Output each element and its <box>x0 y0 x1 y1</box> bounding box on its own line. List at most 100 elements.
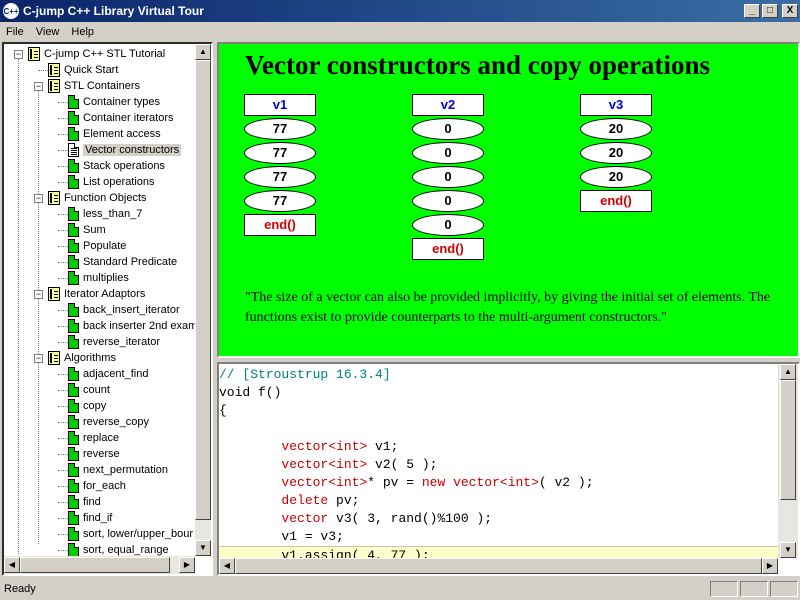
scroll-up-arrow-icon[interactable]: ▲ <box>780 364 796 380</box>
tree-item[interactable]: copy <box>68 398 106 414</box>
tree-horizontal-scrollbar[interactable]: ◀ ▶ <box>4 556 195 574</box>
tree-item[interactable]: reverse_iterator <box>68 334 160 350</box>
tree-view[interactable]: C-jump C++ STL Tutorial − Quick Start STL C… <box>4 44 195 556</box>
code-token: <int> <box>328 475 368 490</box>
tree-item-label: Container iterators <box>83 112 174 124</box>
minimize-button[interactable]: _ <box>744 4 760 18</box>
page-icon <box>68 527 79 541</box>
page-icon <box>68 367 79 381</box>
tree-item-label: reverse <box>83 448 120 460</box>
tree-item[interactable]: Element access <box>68 126 161 142</box>
tree-item[interactable]: Stack operations <box>68 158 165 174</box>
collapse-icon[interactable]: − <box>34 354 43 363</box>
code-line: vector v3( 3, rand()%100 ); <box>219 510 778 528</box>
scroll-left-arrow-icon[interactable]: ◀ <box>4 557 20 573</box>
tree-item[interactable]: less_than_7 <box>68 206 142 222</box>
code-horizontal-scrollbar[interactable]: ◀ ▶ <box>219 558 778 574</box>
menu-help[interactable]: Help <box>65 26 100 38</box>
tree-item[interactable]: multiplies <box>68 270 129 286</box>
tree-item-label: count <box>83 384 110 396</box>
tree-connector <box>58 246 68 247</box>
scroll-thumb[interactable] <box>20 557 170 573</box>
tree-connector <box>58 406 68 407</box>
vector-element: 77 <box>244 118 316 140</box>
menu-view[interactable]: View <box>30 26 66 38</box>
title-bar: C++ C-jump C++ Library Virtual Tour _ □ … <box>0 0 800 22</box>
tree-item[interactable]: Container types <box>68 94 160 110</box>
page-icon <box>68 207 79 221</box>
tree-item[interactable]: reverse <box>68 446 120 462</box>
tree-item[interactable]: replace <box>68 430 119 446</box>
vector-element: 0 <box>412 190 484 212</box>
page-icon <box>68 271 79 285</box>
maximize-button[interactable]: □ <box>762 4 778 18</box>
status-panel <box>770 581 798 597</box>
tree-item[interactable]: Sum <box>68 222 106 238</box>
code-pane[interactable]: // [Stroustrup 16.3.4] void f(){ vector<i… <box>217 362 800 576</box>
code-vertical-scrollbar[interactable]: ▲ ▼ <box>778 364 798 558</box>
tree-item[interactable]: find <box>68 494 101 510</box>
code-line: v1 = v3; <box>219 528 778 546</box>
tree-connector <box>58 486 68 487</box>
menu-file[interactable]: File <box>0 26 30 38</box>
tree-connector <box>38 70 48 71</box>
tree-item[interactable]: Iterator Adaptors <box>48 286 145 302</box>
tree-item[interactable]: List operations <box>68 174 155 190</box>
tree-item[interactable]: back_insert_iterator <box>68 302 180 318</box>
tree-vertical-scrollbar[interactable]: ▲ ▼ <box>195 44 211 556</box>
close-button[interactable]: X <box>782 4 798 18</box>
collapse-icon[interactable]: − <box>14 50 23 59</box>
tree-item-label: less_than_7 <box>83 208 143 220</box>
tree-item[interactable]: Quick Start <box>48 62 118 78</box>
scroll-thumb[interactable] <box>780 380 796 500</box>
scroll-down-arrow-icon[interactable]: ▼ <box>780 542 796 558</box>
collapse-icon[interactable]: − <box>34 194 43 203</box>
page-icon <box>68 447 79 461</box>
tree-item[interactable]: sort, equal_range <box>68 542 169 556</box>
tree-item[interactable]: Vector constructors <box>68 142 182 158</box>
tree-item[interactable]: for_each <box>68 478 126 494</box>
tree-item[interactable]: count <box>68 382 110 398</box>
tree-item[interactable]: C-jump C++ STL Tutorial <box>28 46 165 62</box>
scroll-thumb[interactable] <box>235 558 762 574</box>
tree-connector <box>58 518 68 519</box>
scroll-thumb[interactable] <box>195 60 211 520</box>
tree-item-label: back inserter 2nd exam <box>83 320 195 332</box>
menu-bar: File View Help <box>0 22 800 42</box>
tree-pane[interactable]: C-jump C++ STL Tutorial − Quick Start STL C… <box>2 42 213 576</box>
scroll-up-arrow-icon[interactable]: ▲ <box>195 44 211 60</box>
tree-item[interactable]: Algorithms <box>48 350 116 366</box>
tree-item[interactable]: sort, lower/upper_bour <box>68 526 193 542</box>
code-token: <int> <box>328 457 368 472</box>
status-panel <box>710 581 738 597</box>
tree-item[interactable]: back inserter 2nd exam <box>68 318 195 334</box>
page-icon <box>68 431 79 445</box>
tree-item[interactable]: find_if <box>68 510 112 526</box>
scroll-right-arrow-icon[interactable]: ▶ <box>179 557 195 573</box>
vector-element: 0 <box>412 142 484 164</box>
tree-connector <box>58 118 68 119</box>
status-bar: Ready <box>0 578 800 600</box>
tree-item[interactable]: next_permutation <box>68 462 168 478</box>
slide-pane: Vector constructors and copy operations … <box>217 42 800 358</box>
quote-line-2: functions exist to provide counterparts … <box>245 310 667 325</box>
tree-item[interactable]: Container iterators <box>68 110 174 126</box>
scroll-left-arrow-icon[interactable]: ◀ <box>219 558 235 574</box>
scroll-right-arrow-icon[interactable]: ▶ <box>762 558 778 574</box>
tree-item[interactable]: STL Containers <box>48 78 140 94</box>
tree-item[interactable]: adjacent_find <box>68 366 148 382</box>
code-token: delete <box>281 493 329 508</box>
book-icon <box>28 47 40 61</box>
tree-item[interactable]: reverse_copy <box>68 414 149 430</box>
tree-item[interactable]: Populate <box>68 238 126 254</box>
collapse-icon[interactable]: − <box>34 290 43 299</box>
scroll-down-arrow-icon[interactable]: ▼ <box>195 540 211 556</box>
tree-item[interactable]: Function Objects <box>48 190 147 206</box>
page-icon <box>68 223 79 237</box>
code-line: delete pv; <box>219 492 778 510</box>
page-icon <box>68 335 79 349</box>
collapse-icon[interactable]: − <box>34 82 43 91</box>
tree-item[interactable]: Standard Predicate <box>68 254 177 270</box>
